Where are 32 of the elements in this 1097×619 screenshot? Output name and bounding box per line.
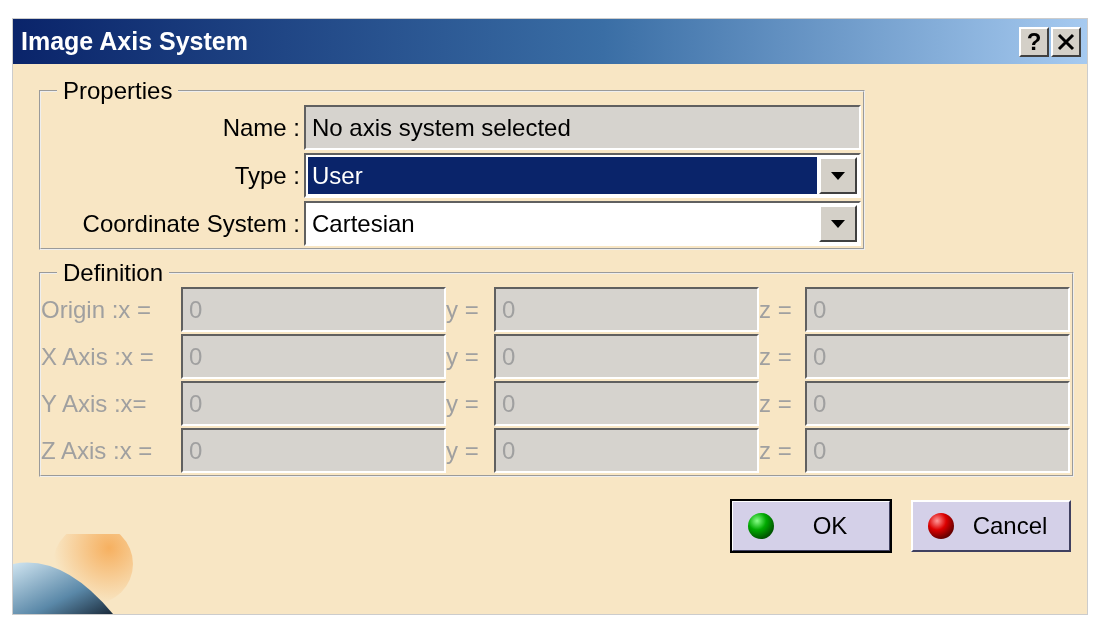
field-label: Name : [221, 113, 301, 142]
ball-icon [927, 512, 955, 540]
axis-label: Origin :x = [41, 295, 153, 324]
coordinate-system-dropdown[interactable]: Cartesian [304, 201, 861, 246]
ok-button[interactable]: OK [731, 500, 891, 552]
coordinate-label: y = [446, 295, 480, 324]
axis-label: X Axis :x = [41, 342, 155, 371]
close-icon [1057, 32, 1075, 51]
coordinate-label: z = [759, 295, 793, 324]
axis-label: Y Axis :x= [41, 389, 148, 418]
coordinate-label: z = [759, 342, 793, 371]
down-arrow-icon [831, 171, 845, 180]
coordinate-label: y = [446, 436, 480, 465]
down-arrow-icon [831, 219, 845, 228]
close-button[interactable] [1051, 26, 1081, 57]
field-label: Coordinate System : [81, 209, 301, 238]
coordinate-label: y = [446, 342, 480, 371]
coordinate-label: y = [446, 389, 480, 418]
help-button[interactable]: ? [1019, 26, 1049, 57]
coordinate-label: z = [759, 436, 793, 465]
coordinate-label: z = [759, 389, 793, 418]
field-label: Type : [233, 161, 301, 190]
dropdown-arrow-button[interactable] [819, 157, 857, 194]
dropdown-arrow-button[interactable] [819, 205, 857, 242]
name-field[interactable]: No axis system selected [304, 105, 861, 150]
axis-label: Z Axis :x = [41, 436, 154, 465]
window-title: Image Axis System [21, 27, 249, 56]
group-title: Properties [62, 77, 174, 105]
type-dropdown[interactable]: User [304, 153, 861, 198]
group-title: Definition [62, 259, 165, 287]
ball-icon [747, 512, 775, 540]
cancel-button[interactable]: Cancel [911, 500, 1071, 552]
